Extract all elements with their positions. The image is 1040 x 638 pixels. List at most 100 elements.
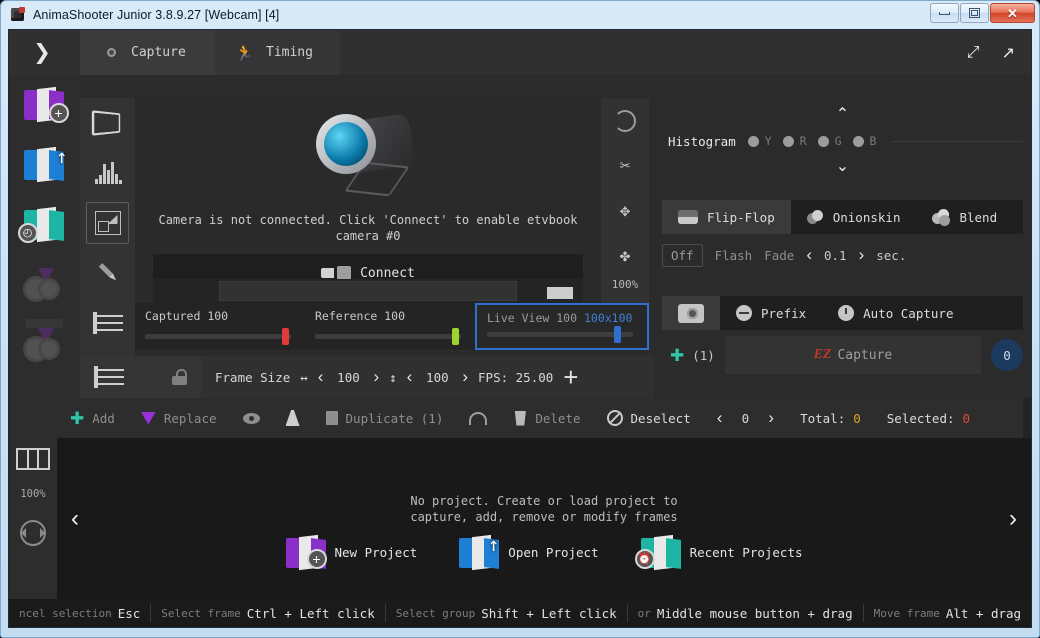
onionskin-label: Onionskin: [832, 209, 901, 225]
project-area: ‹ › No project. Create or load project t…: [57, 438, 1031, 599]
crop-icon: [94, 211, 121, 235]
eyedropper-tool[interactable]: [80, 248, 135, 298]
prefix-label: Prefix: [761, 305, 807, 321]
new-project-button[interactable]: + New Project: [285, 534, 417, 571]
open-project-button[interactable]: ↑ Open Project: [459, 534, 599, 571]
minimize-button[interactable]: [930, 3, 959, 23]
paint-frame-button[interactable]: [273, 410, 313, 426]
duration-increase-button[interactable]: ›: [859, 245, 865, 265]
reference-level[interactable]: Reference 100: [305, 303, 475, 350]
tab-auto-capture[interactable]: Auto Capture: [822, 296, 969, 330]
capture-label: Capture: [837, 347, 893, 363]
sidebar-expand-button[interactable]: ❯: [9, 30, 75, 75]
tab-onionskin[interactable]: Onionskin: [791, 200, 917, 234]
viewport-small-button[interactable]: [547, 287, 573, 299]
next-frame-button[interactable]: ›: [768, 408, 774, 428]
captured-value: 100: [207, 309, 229, 323]
sidebar-item-settings[interactable]: [9, 315, 80, 375]
add-capture-button[interactable]: ✚ (1): [662, 347, 715, 364]
delete-frame-button[interactable]: Delete: [500, 410, 593, 426]
tab-camera[interactable]: [662, 296, 720, 330]
histogram-r-radio[interactable]: [782, 135, 794, 147]
expand-icon[interactable]: ↗: [1002, 43, 1015, 63]
panel-collapse-up-button[interactable]: ⌃: [662, 102, 1023, 128]
capture-button[interactable]: EZ Capture: [724, 336, 981, 374]
sidebar-item-open-project[interactable]: ↑: [9, 135, 80, 195]
preview-frame-button[interactable]: [230, 412, 273, 424]
move-tool[interactable]: ✥: [601, 188, 649, 233]
flip-flop-label: Flip-Flop: [707, 209, 775, 225]
histogram-tool[interactable]: [80, 148, 135, 198]
undo-button[interactable]: [456, 411, 500, 425]
duration-decrease-button[interactable]: ‹: [806, 245, 812, 265]
histogram-y-label: Y: [764, 134, 772, 148]
scissors-tool[interactable]: ✂: [601, 143, 649, 188]
captured-slider[interactable]: [145, 328, 291, 345]
tab-flip-flop[interactable]: Flip-Flop: [662, 200, 791, 234]
live-view-resolution: 100x100: [583, 311, 633, 325]
clock-badge-icon: ⏰: [634, 549, 655, 569]
window-controls: ✕: [930, 3, 1035, 23]
sidebar-item-recent-projects[interactable]: ◴: [9, 195, 80, 255]
levels-strip: Captured 100 Reference 100 Live View 100…: [135, 303, 649, 350]
settings-icon: [24, 328, 66, 362]
sliders-icon: [92, 312, 123, 334]
height-value[interactable]: 100: [422, 370, 452, 385]
crop-tool[interactable]: [80, 198, 135, 248]
live-view-slider[interactable]: [487, 326, 633, 343]
histogram-b-radio[interactable]: [852, 135, 864, 147]
tab-prefix[interactable]: Prefix: [720, 296, 822, 330]
loop-icon[interactable]: [20, 520, 46, 546]
live-view-knob[interactable]: [614, 326, 621, 343]
histogram-row: Histogram Y R G B: [662, 128, 1023, 154]
close-button[interactable]: ✕: [990, 3, 1035, 23]
prev-frame-button[interactable]: ‹: [717, 408, 723, 428]
mode-off-button[interactable]: Off: [662, 243, 703, 267]
perspective-tool[interactable]: [80, 98, 135, 148]
width-increase-button[interactable]: ›: [373, 367, 379, 387]
width-value[interactable]: 100: [333, 370, 363, 385]
add-size-button[interactable]: +: [563, 364, 578, 390]
viewport-field[interactable]: [219, 281, 517, 301]
sidebar-item-import-export[interactable]: [9, 255, 80, 315]
filmstrip-icon[interactable]: [16, 448, 50, 470]
mode-fade-button[interactable]: Fade: [764, 248, 794, 263]
duration-value[interactable]: 0.1: [824, 248, 847, 263]
captured-knob[interactable]: [282, 328, 289, 345]
captured-level[interactable]: Captured 100: [135, 303, 305, 350]
histogram-g-radio[interactable]: [817, 135, 829, 147]
frame-size-settings[interactable]: [80, 356, 201, 398]
histogram-y-radio[interactable]: [747, 135, 759, 147]
camera-viewport[interactable]: Camera is not connected. Click 'Connect'…: [135, 98, 601, 303]
fit-tool[interactable]: ✤: [601, 233, 649, 278]
tab-capture[interactable]: Capture: [80, 30, 215, 75]
live-view-level[interactable]: Live View 100 100x100: [475, 303, 649, 350]
fullscreen-icon[interactable]: ⤢: [967, 44, 980, 62]
recent-projects-button[interactable]: ⏰ Recent Projects: [634, 534, 803, 571]
duplicate-label: Duplicate (1): [345, 410, 444, 426]
duplicate-frame-button[interactable]: Duplicate (1): [313, 411, 457, 426]
reference-knob[interactable]: [452, 328, 459, 345]
deselect-button[interactable]: Deselect: [594, 410, 704, 426]
add-frame-button[interactable]: ✚ Add: [57, 410, 128, 427]
reference-value: 100: [384, 309, 406, 323]
sliders-icon: [94, 366, 124, 388]
replace-label: Replace: [163, 410, 217, 426]
sidebar-item-new-project[interactable]: +: [9, 75, 80, 135]
replace-frame-button[interactable]: Replace: [128, 411, 230, 426]
new-project-icon: +: [285, 534, 327, 571]
runner-icon: 🏃: [235, 43, 254, 62]
tab-timing[interactable]: 🏃 Timing: [215, 30, 340, 75]
project-actions: + New Project ↑ Open Project ⏰ Recent Pr…: [57, 534, 1031, 571]
reference-slider[interactable]: [315, 328, 461, 345]
unlock-icon[interactable]: [172, 369, 187, 385]
width-decrease-button[interactable]: ‹: [318, 367, 324, 387]
maximize-button[interactable]: [960, 3, 989, 23]
tab-blend[interactable]: Blend: [916, 200, 1013, 234]
height-increase-button[interactable]: ›: [462, 367, 468, 387]
height-decrease-button[interactable]: ‹: [407, 367, 413, 387]
panel-collapse-down-button[interactable]: ⌄: [662, 154, 1023, 180]
rotate-tool[interactable]: [601, 98, 649, 143]
adjustments-tool[interactable]: [80, 298, 135, 348]
mode-flash-button[interactable]: Flash: [715, 248, 753, 263]
